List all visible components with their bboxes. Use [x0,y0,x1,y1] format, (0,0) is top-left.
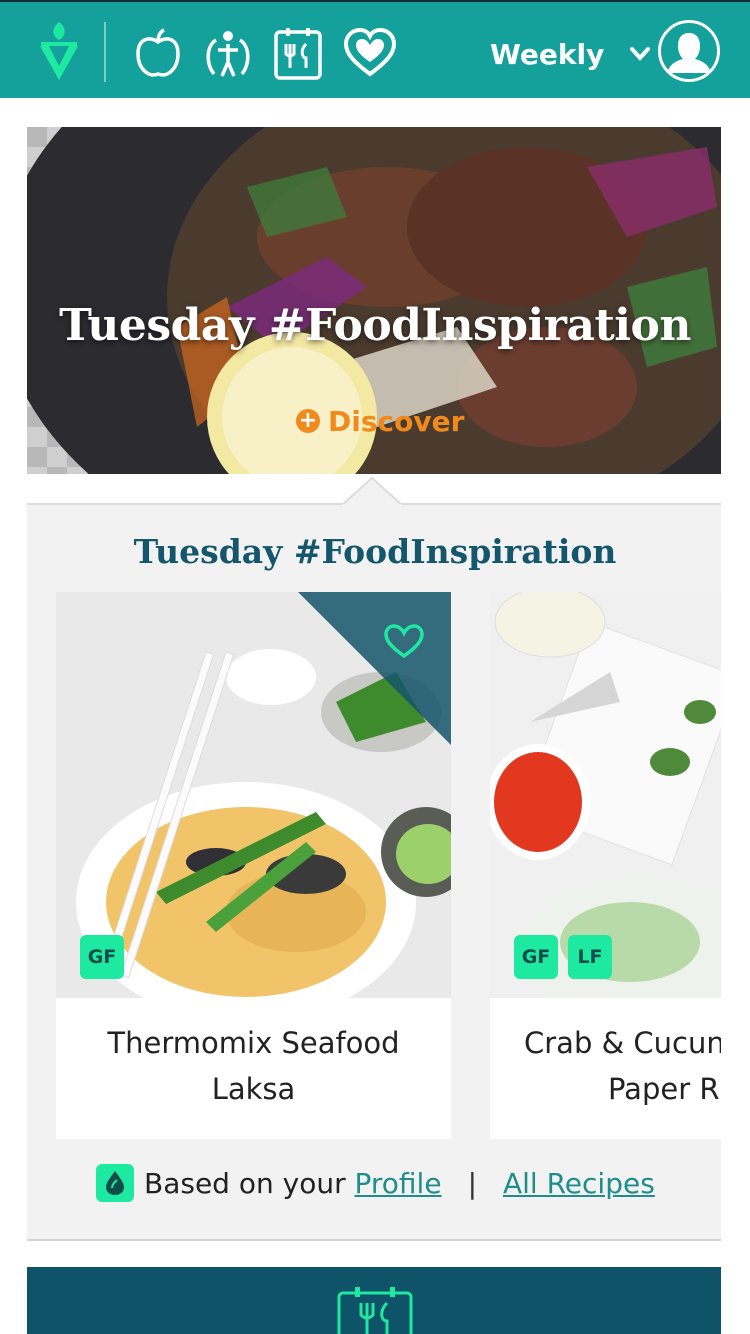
period-selector[interactable]: Weekly [490,36,651,72]
apple-icon[interactable] [132,28,184,80]
nav-divider [104,22,106,82]
drop-icon [96,1164,134,1202]
section-title: Tuesday #FoodInspiration [133,532,617,571]
discover-button[interactable]: + Discover [296,404,464,438]
profile-button[interactable] [658,20,720,82]
diet-badge: GF [80,935,124,979]
hero-title: Tuesday #FoodInspiration [59,300,691,351]
footer-separator: | [467,1166,477,1200]
discover-label: Discover [328,404,465,438]
meal-cutlery-icon[interactable] [272,28,324,80]
v-sprout-logo-icon[interactable] [38,20,80,82]
fitness-person-icon[interactable] [202,28,254,80]
user-avatar-icon [667,33,711,73]
diet-badge: GF [514,935,558,979]
profile-link[interactable]: Profile [355,1167,442,1200]
footer-prefix: Based on your [144,1166,346,1200]
all-recipes-link[interactable]: All Recipes [503,1167,655,1200]
heart-icon[interactable] [344,28,396,80]
top-navigation-bar: Weekly [0,0,750,98]
plus-circle-icon: + [296,409,320,433]
recipe-name: Crab & Cucun Paper R [524,1026,721,1106]
favorite-corner[interactable] [298,592,451,745]
period-label: Weekly [490,37,605,71]
recommendation-footer: Based on your Profile | All Recipes [96,1163,655,1203]
recipe-card[interactable]: Crab & Cucun Paper R [490,592,721,1139]
diet-badge: LF [568,935,612,979]
recipe-name: Thermomix Seafood Laksa [107,1026,400,1106]
panel-pointer-notch [342,476,402,506]
chevron-down-icon [630,47,651,61]
meal-cutlery-icon [337,1287,413,1334]
